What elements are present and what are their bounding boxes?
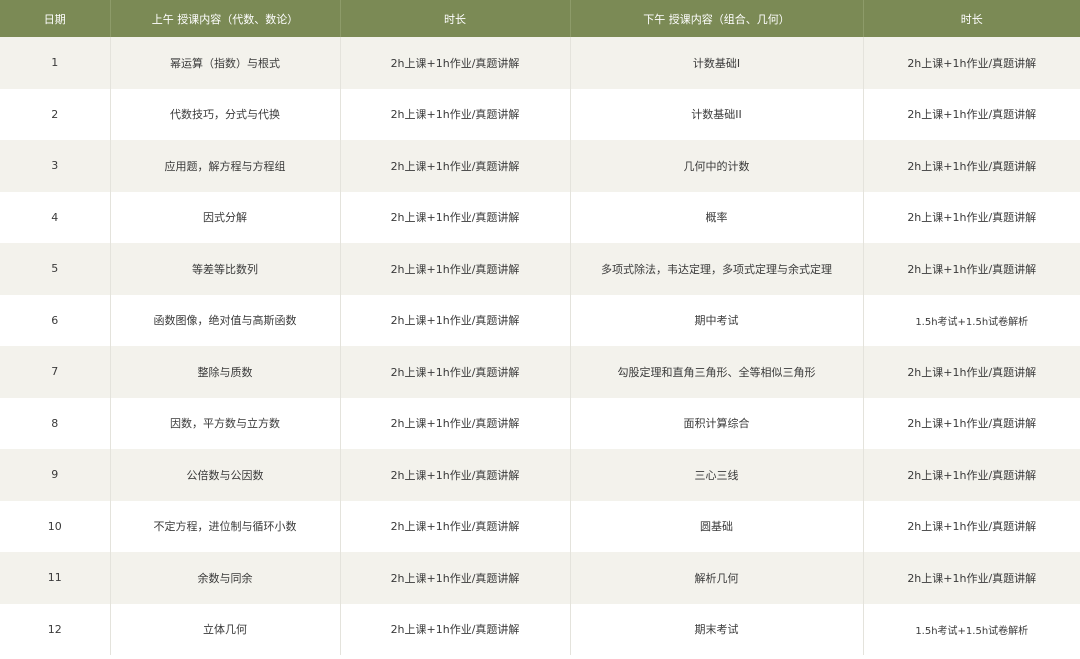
cell-afternoon-content: 期中考试 — [569, 294, 863, 346]
cell-morning-duration: 2h上课+1h作业/真题讲解 — [339, 243, 570, 295]
cell-morning-content: 代数技巧，分式与代换 — [109, 88, 340, 140]
table-body: 1 幂运算（指数）与根式 2h上课+1h作业/真题讲解 计数基础I 2h上课+1… — [0, 37, 1080, 655]
cell-afternoon-content: 面积计算综合 — [569, 397, 863, 449]
header-row: 日期 上午 授课内容（代数、数论） 时长 下午 授课内容（组合、几何） 时长 — [0, 0, 1080, 37]
cell-morning-duration: 2h上课+1h作业/真题讲解 — [339, 500, 570, 552]
cell-morning-duration: 2h上课+1h作业/真题讲解 — [339, 294, 570, 346]
course-schedule-table: 日期 上午 授课内容（代数、数论） 时长 下午 授课内容（组合、几何） 时长 1… — [0, 0, 1080, 655]
cell-day: 8 — [51, 416, 59, 430]
cell-afternoon-duration: 2h上课+1h作业/真题讲解 — [862, 140, 1080, 192]
header-afternoon-content: 下午 授课内容（组合、几何） — [569, 0, 863, 37]
cell-day: 3 — [51, 159, 59, 173]
cell-afternoon-duration: 2h上课+1h作业/真题讲解 — [862, 243, 1080, 295]
cell-afternoon-content: 概率 — [569, 191, 863, 243]
cell-morning-duration: 2h上课+1h作业/真题讲解 — [339, 449, 570, 501]
cell-afternoon-content: 几何中的计数 — [569, 140, 863, 192]
cell-day: 7 — [51, 365, 59, 379]
cell-morning-content: 不定方程，进位制与循环小数 — [109, 500, 340, 552]
cell-day: 6 — [51, 313, 59, 327]
cell-morning-duration: 2h上课+1h作业/真题讲解 — [339, 397, 570, 449]
cell-afternoon-content: 计数基础II — [569, 88, 863, 140]
cell-morning-content: 公倍数与公因数 — [109, 449, 340, 501]
cell-afternoon-duration: 2h上课+1h作业/真题讲解 — [862, 500, 1080, 552]
cell-morning-content: 余数与同余 — [109, 552, 340, 604]
table-row: 8 因数，平方数与立方数 2h上课+1h作业/真题讲解 面积计算综合 2h上课+… — [0, 397, 1080, 449]
table-row: 1 幂运算（指数）与根式 2h上课+1h作业/真题讲解 计数基础I 2h上课+1… — [0, 37, 1080, 89]
cell-day: 10 — [47, 519, 62, 533]
cell-morning-duration: 2h上课+1h作业/真题讲解 — [339, 552, 570, 604]
cell-afternoon-content: 期末考试 — [569, 603, 863, 655]
cell-day: 11 — [47, 571, 62, 585]
cell-day: 4 — [51, 210, 59, 224]
cell-day: 1 — [51, 56, 59, 70]
table-row: 10 不定方程，进位制与循环小数 2h上课+1h作业/真题讲解 圆基础 2h上课… — [0, 500, 1080, 552]
table-row: 7 整除与质数 2h上课+1h作业/真题讲解 勾股定理和直角三角形、全等相似三角… — [0, 346, 1080, 398]
cell-morning-content: 因式分解 — [109, 191, 340, 243]
table-row: 2 代数技巧，分式与代换 2h上课+1h作业/真题讲解 计数基础II 2h上课+… — [0, 88, 1080, 140]
cell-afternoon-duration: 1.5h考试+1.5h试卷解析 — [862, 294, 1080, 346]
cell-morning-duration: 2h上课+1h作业/真题讲解 — [339, 88, 570, 140]
cell-afternoon-duration: 2h上课+1h作业/真题讲解 — [862, 191, 1080, 243]
table-row: 9 公倍数与公因数 2h上课+1h作业/真题讲解 三心三线 2h上课+1h作业/… — [0, 449, 1080, 501]
cell-afternoon-duration: 2h上课+1h作业/真题讲解 — [862, 449, 1080, 501]
header-afternoon-duration: 时长 — [862, 0, 1080, 37]
cell-morning-content: 函数图像，绝对值与高斯函数 — [109, 294, 340, 346]
table-row: 5 等差等比数列 2h上课+1h作业/真题讲解 多项式除法，韦达定理，多项式定理… — [0, 243, 1080, 295]
cell-morning-content: 因数，平方数与立方数 — [109, 397, 340, 449]
cell-day: 12 — [47, 622, 62, 636]
cell-morning-content: 等差等比数列 — [109, 243, 340, 295]
cell-afternoon-content: 解析几何 — [569, 552, 863, 604]
cell-morning-content: 立体几何 — [109, 603, 340, 655]
cell-afternoon-duration: 2h上课+1h作业/真题讲解 — [862, 346, 1080, 398]
cell-morning-duration: 2h上课+1h作业/真题讲解 — [339, 37, 570, 89]
cell-afternoon-duration: 2h上课+1h作业/真题讲解 — [862, 552, 1080, 604]
cell-morning-duration: 2h上课+1h作业/真题讲解 — [339, 603, 570, 655]
cell-afternoon-content: 圆基础 — [569, 500, 863, 552]
cell-morning-duration: 2h上课+1h作业/真题讲解 — [339, 346, 570, 398]
header-morning-content: 上午 授课内容（代数、数论） — [109, 0, 340, 37]
table-row: 11 余数与同余 2h上课+1h作业/真题讲解 解析几何 2h上课+1h作业/真… — [0, 552, 1080, 604]
cell-day: 9 — [51, 468, 59, 482]
cell-morning-content: 整除与质数 — [109, 346, 340, 398]
cell-afternoon-content: 勾股定理和直角三角形、全等相似三角形 — [569, 346, 863, 398]
cell-afternoon-content: 计数基础I — [569, 37, 863, 89]
cell-afternoon-duration: 2h上课+1h作业/真题讲解 — [862, 88, 1080, 140]
cell-afternoon-content: 多项式除法，韦达定理，多项式定理与余式定理 — [569, 243, 863, 295]
table-row: 6 函数图像，绝对值与高斯函数 2h上课+1h作业/真题讲解 期中考试 1.5h… — [0, 294, 1080, 346]
cell-morning-duration: 2h上课+1h作业/真题讲解 — [339, 191, 570, 243]
cell-afternoon-duration: 2h上课+1h作业/真题讲解 — [862, 37, 1080, 89]
cell-morning-duration: 2h上课+1h作业/真题讲解 — [339, 140, 570, 192]
header-morning-duration: 时长 — [339, 0, 570, 37]
cell-afternoon-duration: 1.5h考试+1.5h试卷解析 — [862, 603, 1080, 655]
cell-day: 5 — [51, 262, 59, 276]
cell-day: 2 — [51, 107, 59, 121]
table-row: 12 立体几何 2h上课+1h作业/真题讲解 期末考试 1.5h考试+1.5h试… — [0, 603, 1080, 655]
cell-afternoon-duration: 2h上课+1h作业/真题讲解 — [862, 397, 1080, 449]
header-day: 日期 — [43, 12, 66, 26]
table-header: 日期 上午 授课内容（代数、数论） 时长 下午 授课内容（组合、几何） 时长 — [0, 0, 1080, 37]
cell-afternoon-content: 三心三线 — [569, 449, 863, 501]
table-row: 3 应用题，解方程与方程组 2h上课+1h作业/真题讲解 几何中的计数 2h上课… — [0, 140, 1080, 192]
cell-morning-content: 应用题，解方程与方程组 — [109, 140, 340, 192]
table-row: 4 因式分解 2h上课+1h作业/真题讲解 概率 2h上课+1h作业/真题讲解 — [0, 191, 1080, 243]
cell-morning-content: 幂运算（指数）与根式 — [109, 37, 340, 89]
